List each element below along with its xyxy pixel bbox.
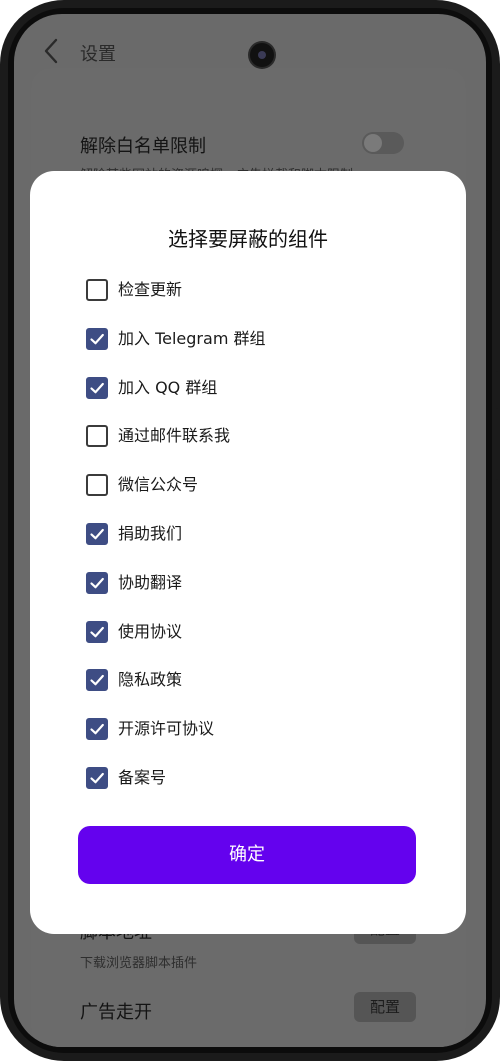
option-item[interactable]: 检查更新 — [86, 279, 266, 328]
option-label: 开源许可协议 — [118, 719, 215, 739]
whitelist-toggle[interactable] — [362, 132, 404, 154]
option-item[interactable]: 微信公众号 — [86, 474, 266, 523]
front-camera — [250, 43, 274, 67]
checkbox-checked-icon[interactable] — [86, 522, 108, 545]
checkbox-checked-icon[interactable] — [86, 571, 108, 594]
option-item[interactable]: 加入 QQ 群组 — [86, 376, 266, 426]
checkbox-checked-icon[interactable] — [86, 327, 108, 350]
option-item[interactable]: 隐私政策 — [86, 669, 266, 718]
whitelist-setting-title: 解除白名单限制 — [80, 136, 206, 157]
option-label: 检查更新 — [118, 280, 183, 299]
option-label: 微信公众号 — [118, 475, 199, 495]
confirm-button[interactable]: 确定 — [78, 826, 416, 884]
volume-button — [496, 230, 500, 372]
checkbox-unchecked-icon[interactable] — [86, 474, 108, 497]
back-arrow-icon[interactable] — [42, 38, 60, 64]
script-plugins-subtitle: 下载浏览器脚本插件 — [80, 956, 198, 971]
checkbox-checked-icon[interactable] — [86, 669, 108, 692]
page-title: 设置 — [80, 44, 116, 65]
option-item[interactable]: 捐助我们 — [86, 522, 266, 572]
dialog-title: 选择要屏蔽的组件 — [168, 227, 328, 251]
screen: 设置 解除白名单限制 解除某些网站的资源嗅探、广告拦截和脚本限制 脚本地址 配置… — [14, 14, 486, 1047]
power-button — [496, 408, 500, 480]
option-label: 隐私政策 — [118, 670, 183, 690]
option-label: 加入 Telegram 群组 — [118, 328, 266, 348]
option-item[interactable]: 备案号 — [86, 766, 266, 816]
option-label: 通过邮件联系我 — [118, 426, 231, 446]
option-label: 备案号 — [118, 767, 167, 787]
option-label: 使用协议 — [118, 621, 183, 641]
ad-skip-config-button[interactable]: 配置 — [354, 992, 416, 1022]
option-item[interactable]: 加入 Telegram 群组 — [86, 327, 266, 377]
checkbox-unchecked-icon[interactable] — [86, 425, 108, 448]
option-item[interactable]: 开源许可协议 — [86, 718, 266, 767]
checkbox-unchecked-icon[interactable] — [86, 279, 108, 301]
option-item[interactable]: 使用协议 — [86, 620, 266, 670]
option-item[interactable]: 协助翻译 — [86, 571, 266, 621]
ad-skip-title: 广告走开 — [80, 1002, 152, 1023]
checkbox-checked-icon[interactable] — [86, 376, 108, 399]
option-label: 加入 QQ 群组 — [118, 377, 218, 397]
option-item[interactable]: 通过邮件联系我 — [86, 425, 266, 474]
block-components-dialog: 选择要屏蔽的组件 检查更新加入 Telegram 群组 加入 QQ 群组 通过邮件联… — [30, 171, 466, 934]
option-label: 捐助我们 — [118, 523, 183, 543]
options-list: 检查更新加入 Telegram 群组 加入 QQ 群组 通过邮件联系我 微信公众号捐助… — [86, 279, 266, 816]
checkbox-checked-icon[interactable] — [86, 620, 108, 643]
checkbox-checked-icon[interactable] — [86, 718, 108, 741]
checkbox-checked-icon[interactable] — [86, 766, 108, 789]
app-bar: 设置 — [14, 14, 486, 70]
option-label: 协助翻译 — [118, 572, 183, 592]
